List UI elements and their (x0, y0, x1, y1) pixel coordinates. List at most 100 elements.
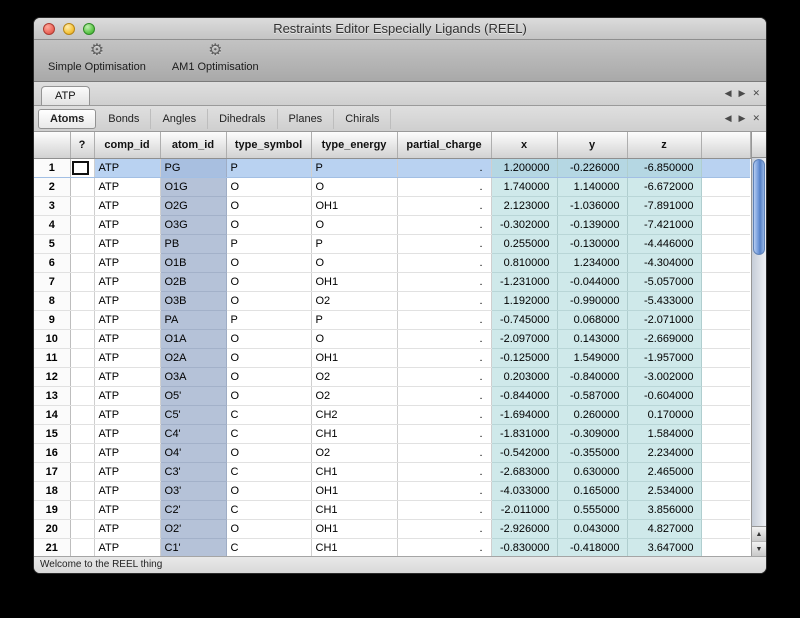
flag-cell[interactable] (70, 386, 94, 405)
cell-atom_id[interactable]: C3' (160, 462, 226, 481)
cell-z[interactable]: 2.234000 (627, 443, 701, 462)
cell-type_energy[interactable]: CH2 (311, 405, 397, 424)
cell-comp_id[interactable]: ATP (94, 348, 160, 367)
column-header-flag[interactable]: ? (70, 132, 94, 158)
cell-comp_id[interactable]: ATP (94, 462, 160, 481)
cell-partial_charge[interactable]: . (397, 215, 491, 234)
flag-cell[interactable] (70, 405, 94, 424)
cell-z[interactable]: -5.057000 (627, 272, 701, 291)
cell-x[interactable]: -0.745000 (491, 310, 557, 329)
tab-dihedrals[interactable]: Dihedrals (208, 109, 277, 129)
cell-z[interactable]: 4.827000 (627, 519, 701, 538)
cell-type_symbol[interactable]: C (226, 405, 311, 424)
table-row[interactable]: 17ATPC3'CCH1.-2.6830000.6300002.465000 (34, 462, 750, 481)
cell-y[interactable]: 0.630000 (557, 462, 627, 481)
cell-type_symbol[interactable]: O (226, 519, 311, 538)
cell-z[interactable]: -4.304000 (627, 253, 701, 272)
cell-partial_charge[interactable]: . (397, 538, 491, 556)
cell-y[interactable]: 0.043000 (557, 519, 627, 538)
table-row[interactable]: 18ATPO3'OOH1.-4.0330000.1650002.534000 (34, 481, 750, 500)
tab-atp[interactable]: ATP (41, 86, 90, 105)
cell-x[interactable]: 0.203000 (491, 367, 557, 386)
cell-y[interactable]: -1.036000 (557, 196, 627, 215)
cell-type_energy[interactable]: OH1 (311, 196, 397, 215)
cell-x[interactable]: -1.231000 (491, 272, 557, 291)
cell-type_energy[interactable]: OH1 (311, 481, 397, 500)
cell-partial_charge[interactable]: . (397, 519, 491, 538)
cell-z[interactable]: -1.957000 (627, 348, 701, 367)
flag-cell[interactable] (70, 443, 94, 462)
flag-cell[interactable] (70, 348, 94, 367)
tab-chirals[interactable]: Chirals (334, 109, 391, 129)
cell-editor[interactable] (72, 161, 89, 175)
cell-type_symbol[interactable]: O (226, 291, 311, 310)
scrollbar-thumb[interactable] (753, 159, 765, 255)
table-row[interactable]: 6ATPO1BOO.0.8100001.234000-4.304000 (34, 253, 750, 272)
column-header-type_energy[interactable]: type_energy (311, 132, 397, 158)
cell-atom_id[interactable]: PG (160, 158, 226, 177)
table-row[interactable]: 3ATPO2GOOH1.2.123000-1.036000-7.891000 (34, 196, 750, 215)
cell-type_symbol[interactable]: O (226, 329, 311, 348)
cell-atom_id[interactable]: O5' (160, 386, 226, 405)
flag-cell[interactable] (70, 291, 94, 310)
flag-cell[interactable] (70, 481, 94, 500)
cell-y[interactable]: 0.143000 (557, 329, 627, 348)
cell-atom_id[interactable]: C2' (160, 500, 226, 519)
am1-optimisation-button[interactable]: ⚙ AM1 Optimisation (172, 42, 259, 73)
cell-x[interactable]: -2.011000 (491, 500, 557, 519)
cell-atom_id[interactable]: O3A (160, 367, 226, 386)
cell-type_symbol[interactable]: P (226, 234, 311, 253)
flag-cell[interactable] (70, 424, 94, 443)
cell-type_symbol[interactable]: O (226, 386, 311, 405)
cell-type_symbol[interactable]: C (226, 500, 311, 519)
cell-z[interactable]: -6.850000 (627, 158, 701, 177)
cell-partial_charge[interactable]: . (397, 310, 491, 329)
cell-type_symbol[interactable]: P (226, 310, 311, 329)
cell-type_symbol[interactable]: O (226, 215, 311, 234)
table-row[interactable]: 14ATPC5'CCH2.-1.6940000.2600000.170000 (34, 405, 750, 424)
tab-scroll-left-icon[interactable]: ◀ (725, 113, 732, 124)
cell-partial_charge[interactable]: . (397, 386, 491, 405)
flag-cell[interactable] (70, 215, 94, 234)
cell-y[interactable]: 0.165000 (557, 481, 627, 500)
tab-atoms[interactable]: Atoms (38, 109, 96, 129)
cell-type_symbol[interactable]: C (226, 538, 311, 556)
cell-x[interactable]: -1.831000 (491, 424, 557, 443)
column-header-partial_charge[interactable]: partial_charge (397, 132, 491, 158)
cell-atom_id[interactable]: C5' (160, 405, 226, 424)
cell-partial_charge[interactable]: . (397, 329, 491, 348)
cell-partial_charge[interactable]: . (397, 443, 491, 462)
cell-type_energy[interactable]: O (311, 177, 397, 196)
cell-atom_id[interactable]: O2G (160, 196, 226, 215)
cell-x[interactable]: -0.830000 (491, 538, 557, 556)
cell-atom_id[interactable]: PA (160, 310, 226, 329)
cell-y[interactable]: 1.234000 (557, 253, 627, 272)
table-row[interactable]: 9ATPPAPP.-0.7450000.068000-2.071000 (34, 310, 750, 329)
cell-partial_charge[interactable]: . (397, 481, 491, 500)
cell-partial_charge[interactable]: . (397, 500, 491, 519)
cell-partial_charge[interactable]: . (397, 405, 491, 424)
cell-partial_charge[interactable]: . (397, 272, 491, 291)
cell-x[interactable]: -0.542000 (491, 443, 557, 462)
cell-x[interactable]: 0.255000 (491, 234, 557, 253)
flag-cell[interactable] (70, 519, 94, 538)
flag-cell[interactable] (70, 253, 94, 272)
table-row[interactable]: 8ATPO3BOO2.1.192000-0.990000-5.433000 (34, 291, 750, 310)
cell-y[interactable]: -0.990000 (557, 291, 627, 310)
cell-z[interactable]: 2.465000 (627, 462, 701, 481)
cell-z[interactable]: -7.421000 (627, 215, 701, 234)
cell-type_energy[interactable]: CH1 (311, 462, 397, 481)
cell-y[interactable]: -0.139000 (557, 215, 627, 234)
table-row[interactable]: 12ATPO3AOO2.0.203000-0.840000-3.002000 (34, 367, 750, 386)
cell-type_energy[interactable]: OH1 (311, 272, 397, 291)
cell-comp_id[interactable]: ATP (94, 196, 160, 215)
flag-cell[interactable] (70, 272, 94, 291)
cell-type_energy[interactable]: CH1 (311, 500, 397, 519)
cell-z[interactable]: 2.534000 (627, 481, 701, 500)
cell-y[interactable]: -0.840000 (557, 367, 627, 386)
cell-atom_id[interactable]: O1G (160, 177, 226, 196)
cell-type_symbol[interactable]: O (226, 196, 311, 215)
cell-type_energy[interactable]: O2 (311, 291, 397, 310)
cell-atom_id[interactable]: C1' (160, 538, 226, 556)
cell-z[interactable]: -6.672000 (627, 177, 701, 196)
